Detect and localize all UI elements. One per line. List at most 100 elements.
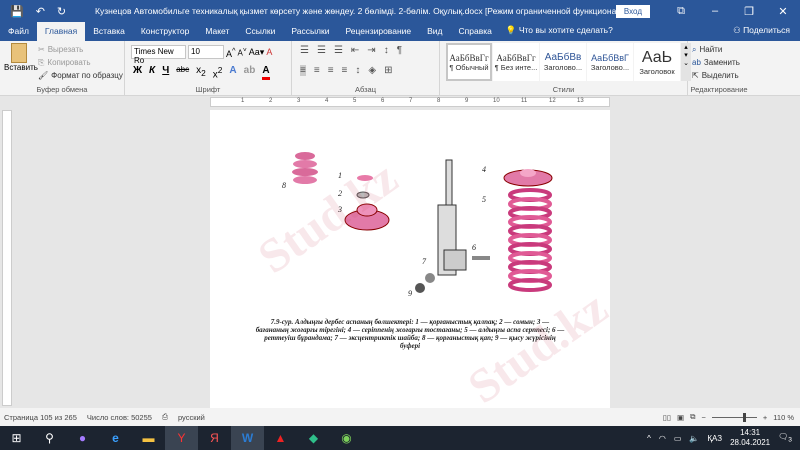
cut-button[interactable]: ✂ Вырезать [38, 43, 123, 56]
style-sample: АаБбВвГ [591, 52, 629, 63]
web-layout-icon[interactable]: ⧉ [690, 412, 695, 422]
bold-button[interactable]: Ж [133, 65, 142, 80]
align-left-icon[interactable]: ≡ [300, 65, 306, 76]
bullets-icon[interactable]: ☰ [300, 45, 309, 56]
tab-layout[interactable]: Макет [197, 26, 237, 41]
zoom-level[interactable]: 110 % [773, 413, 794, 422]
ribbon-display-icon[interactable]: ⧉ [664, 5, 698, 18]
tab-view[interactable]: Вид [419, 26, 450, 41]
italic-button[interactable]: К [149, 65, 155, 80]
change-case-icon[interactable]: Aa▾ [249, 47, 265, 58]
zoom-slider[interactable] [711, 412, 757, 422]
tab-design[interactable]: Конструктор [133, 26, 197, 41]
horizontal-ruler[interactable]: 1 2 3 4 5 6 7 8 9 10 11 12 13 [210, 97, 610, 107]
vertical-scrollbar[interactable] [788, 110, 800, 408]
sort-icon[interactable]: ↕ [384, 45, 389, 56]
highlight-icon[interactable]: ab [244, 65, 256, 80]
style-title[interactable]: АаЬ Заголовок [634, 43, 680, 81]
underline-button[interactable]: Ч [162, 65, 169, 80]
borders-icon[interactable]: ⊞ [384, 65, 392, 76]
figure-label-7: 7 [422, 257, 427, 266]
copy-button[interactable]: ⎘ Копировать [38, 56, 123, 69]
search-icon[interactable]: ⚲ [33, 426, 66, 450]
font-size-select[interactable]: 10 [188, 45, 224, 59]
search-icon: ⌕ [692, 44, 697, 54]
editing-group: ⌕ Найти ab Заменить ⇱ Выделить Редактирован… [688, 41, 750, 95]
zoom-in-button[interactable]: + [763, 413, 767, 422]
style-heading2[interactable]: АаБбВвГ Заголово... [587, 43, 633, 81]
tab-insert[interactable]: Вставка [85, 26, 133, 41]
tab-references[interactable]: Ссылки [237, 26, 283, 41]
zoom-out-button[interactable]: − [702, 413, 706, 422]
align-center-icon[interactable]: ≡ [314, 65, 320, 76]
notifications-icon[interactable]: 🗨3 [778, 432, 792, 444]
app-android-icon[interactable]: ◉ [330, 426, 363, 450]
yandex-icon[interactable]: Я [198, 426, 231, 450]
tell-me-input[interactable]: 💡 Что вы хотите сделать? [506, 25, 613, 41]
format-painter-button[interactable]: 🖌 Формат по образцу [38, 69, 123, 82]
word-count[interactable]: Число слов: 50255 [87, 413, 152, 422]
vertical-ruler[interactable] [2, 110, 12, 406]
font-name-select[interactable]: Times New Ro [131, 45, 186, 65]
align-right-icon[interactable]: ≡ [328, 65, 334, 76]
restore-button[interactable]: ❐ [732, 5, 766, 18]
style-no-spacing[interactable]: АаБбВвГг ¶ Без инте... [493, 43, 539, 81]
clock[interactable]: 14:31 28.04.2021 [730, 428, 770, 448]
tab-mailings[interactable]: Рассылки [283, 26, 337, 41]
share-button[interactable]: ⚇ Поделиться [723, 25, 800, 41]
paste-button[interactable]: Вставить [4, 43, 38, 72]
shading-icon[interactable]: ◈ [368, 65, 376, 76]
battery-icon[interactable]: ▭ [674, 434, 682, 443]
close-button[interactable]: ✕ [766, 5, 800, 18]
line-spacing-icon[interactable]: ↕ [355, 65, 360, 76]
increase-indent-icon[interactable]: ⇥ [367, 45, 375, 56]
alice-icon[interactable]: ● [66, 426, 99, 450]
decrease-indent-icon[interactable]: ⇤ [351, 45, 359, 56]
strikethrough-icon[interactable]: abc [176, 65, 189, 80]
keyboard-language[interactable]: ҚАЗ [707, 434, 722, 443]
yandex-browser-icon[interactable]: Y [165, 426, 198, 450]
replace-button[interactable]: ab Заменить [692, 56, 740, 69]
find-button[interactable]: ⌕ Найти [692, 43, 740, 56]
style-heading1[interactable]: АаБбВв Заголово... [540, 43, 586, 81]
numbering-icon[interactable]: ☰ [317, 45, 326, 56]
tab-review[interactable]: Рецензирование [337, 26, 419, 41]
font-color-icon[interactable]: A [262, 65, 270, 81]
redo-icon[interactable]: ↻ [57, 5, 66, 18]
tab-home[interactable]: Главная [36, 22, 86, 41]
read-mode-icon[interactable]: ▯▯ [663, 413, 671, 422]
grow-font-icon[interactable]: A^ [226, 46, 236, 59]
document-page[interactable]: 1 2 3 4 5 6 7 8 9 7.9-сур. Алдыңғы дербе… [210, 110, 610, 408]
language[interactable]: русский [178, 413, 205, 422]
word-icon[interactable]: W [231, 426, 264, 450]
justify-icon[interactable]: ≡ [342, 65, 348, 76]
ruler-mark: 7 [409, 98, 413, 104]
zoom-slider-thumb[interactable] [743, 412, 747, 422]
proofing-icon[interactable]: ⎙ [162, 412, 168, 422]
tab-help[interactable]: Справка [451, 26, 500, 41]
text-effects-icon[interactable]: A [229, 65, 236, 80]
app-cube-icon[interactable]: ◆ [297, 426, 330, 450]
style-normal[interactable]: АаБбВвГг ¶ Обычный [446, 43, 492, 81]
file-explorer-icon[interactable]: ▬ [132, 426, 165, 450]
tab-file[interactable]: Файл [0, 26, 37, 41]
volume-icon[interactable]: 🔈 [689, 434, 699, 443]
subscript-icon[interactable]: x2 [196, 65, 206, 80]
select-button[interactable]: ⇱ Выделить [692, 69, 740, 82]
undo-icon[interactable]: ↶ [36, 5, 45, 18]
wifi-icon[interactable]: ◠ [659, 434, 666, 443]
superscript-icon[interactable]: x2 [213, 65, 223, 80]
windows-start-icon[interactable]: ⊞ [0, 426, 33, 450]
multilevel-icon[interactable]: ☰ [334, 45, 343, 56]
save-icon[interactable]: 💾 [10, 5, 24, 18]
acrobat-icon[interactable]: ▲ [264, 426, 297, 450]
edge-icon[interactable]: e [99, 426, 132, 450]
login-button[interactable]: Вход [615, 4, 650, 18]
pilcrow-icon[interactable]: ¶ [397, 45, 402, 56]
shrink-font-icon[interactable]: A˅ [238, 47, 247, 58]
clear-format-icon[interactable]: A [266, 47, 272, 57]
tray-chevron-icon[interactable]: ^ [647, 434, 651, 443]
page-count[interactable]: Страница 105 из 265 [4, 413, 77, 422]
minimize-button[interactable]: – [698, 5, 732, 17]
print-layout-icon[interactable]: ▣ [677, 413, 684, 422]
